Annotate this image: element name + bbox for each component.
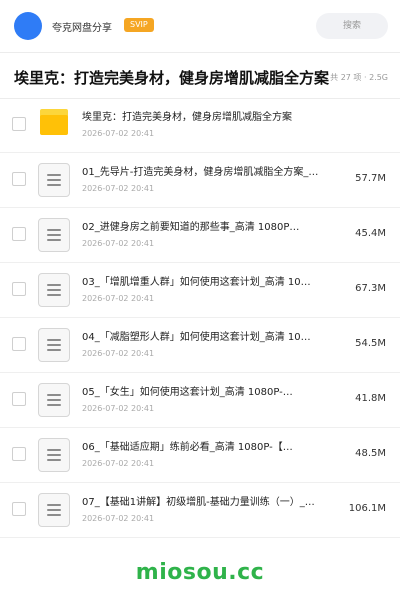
file-name: 03_「增肌增重人群」如何使用这套计划_高清 10…	[82, 277, 311, 288]
file-date: 2026-07-02 20:41	[82, 459, 155, 468]
file-row[interactable]: 埃里克：打造完美身材，健身房增肌减脂全方案 2026-07-02 20:41	[0, 98, 400, 153]
document-icon	[38, 328, 70, 362]
document-icon	[38, 493, 70, 527]
file-row[interactable]: 06_「基础适应期」练前必看_高清 1080P-【… 2026-07-02 20…	[0, 428, 400, 483]
file-date: 2026-07-02 20:41	[82, 184, 155, 193]
document-icon	[38, 383, 70, 417]
file-row[interactable]: 05_「女生」如何使用这套计划_高清 1080P-… 2026-07-02 20…	[0, 373, 400, 428]
file-date: 2026-07-02 20:41	[82, 514, 155, 523]
file-date: 2026-07-02 20:41	[82, 129, 155, 138]
file-name: 07_【基础1讲解】初级增肌-基础力量训练（一）_…	[82, 497, 315, 508]
row-checkbox[interactable]	[12, 117, 26, 131]
file-size: 45.4M	[355, 228, 386, 239]
file-size: 67.3M	[355, 283, 386, 294]
file-name: 02_进健身房之前要知道的那些事_高清 1080P…	[82, 222, 300, 233]
file-size: 106.1M	[348, 503, 386, 514]
row-checkbox[interactable]	[12, 227, 26, 241]
file-date: 2026-07-02 20:41	[82, 349, 155, 358]
app-name: 夸克网盘分享	[52, 23, 112, 34]
file-date: 2026-07-02 20:41	[82, 404, 155, 413]
row-checkbox[interactable]	[12, 447, 26, 461]
file-date: 2026-07-02 20:41	[82, 294, 155, 303]
row-checkbox[interactable]	[12, 502, 26, 516]
document-icon	[38, 438, 70, 472]
row-checkbox[interactable]	[12, 172, 26, 186]
file-size: 54.5M	[355, 338, 386, 349]
file-name: 01_先导片-打造完美身材，健身房增肌减脂全方案_…	[82, 167, 319, 178]
file-size: 41.8M	[355, 393, 386, 404]
share-title-row: 埃里克：打造完美身材，健身房增肌减脂全方案 共 27 项 · 2.5G	[0, 52, 400, 99]
share-meta: 共 27 项 · 2.5G	[330, 73, 388, 82]
file-row[interactable]: 02_进健身房之前要知道的那些事_高清 1080P… 2026-07-02 20…	[0, 208, 400, 263]
top-header: 夸克网盘分享 SVIP 搜索	[0, 0, 400, 53]
page-title: 埃里克：打造完美身材，健身房增肌减脂全方案	[14, 69, 330, 87]
file-row[interactable]: 07_【基础1讲解】初级增肌-基础力量训练（一）_… 2026-07-02 20…	[0, 483, 400, 538]
file-date: 2026-07-02 20:41	[82, 239, 155, 248]
document-icon	[38, 273, 70, 307]
file-size: 48.5M	[355, 448, 386, 459]
file-name: 06_「基础适应期」练前必看_高清 1080P-【…	[82, 442, 293, 453]
row-checkbox[interactable]	[12, 337, 26, 351]
row-checkbox[interactable]	[12, 282, 26, 296]
file-name: 埃里克：打造完美身材，健身房增肌减脂全方案	[82, 112, 292, 123]
row-checkbox[interactable]	[12, 392, 26, 406]
document-icon	[38, 163, 70, 197]
file-size: 57.7M	[355, 173, 386, 184]
file-name: 04_「减脂塑形人群」如何使用这套计划_高清 10…	[82, 332, 311, 343]
svip-badge: SVIP	[124, 18, 154, 32]
file-row[interactable]: 01_先导片-打造完美身材，健身房增肌减脂全方案_… 2026-07-02 20…	[0, 153, 400, 208]
file-row[interactable]: 03_「增肌增重人群」如何使用这套计划_高清 10… 2026-07-02 20…	[0, 263, 400, 318]
watermark: miosou.cc	[135, 560, 265, 585]
file-row[interactable]: 04_「减脂塑形人群」如何使用这套计划_高清 10… 2026-07-02 20…	[0, 318, 400, 373]
file-list: 埃里克：打造完美身材，健身房增肌减脂全方案 2026-07-02 20:41 0…	[0, 98, 400, 538]
folder-icon	[40, 109, 68, 135]
search-button[interactable]: 搜索	[316, 13, 388, 39]
user-avatar[interactable]	[14, 12, 42, 40]
file-name: 05_「女生」如何使用这套计划_高清 1080P-…	[82, 387, 293, 398]
document-icon	[38, 218, 70, 252]
